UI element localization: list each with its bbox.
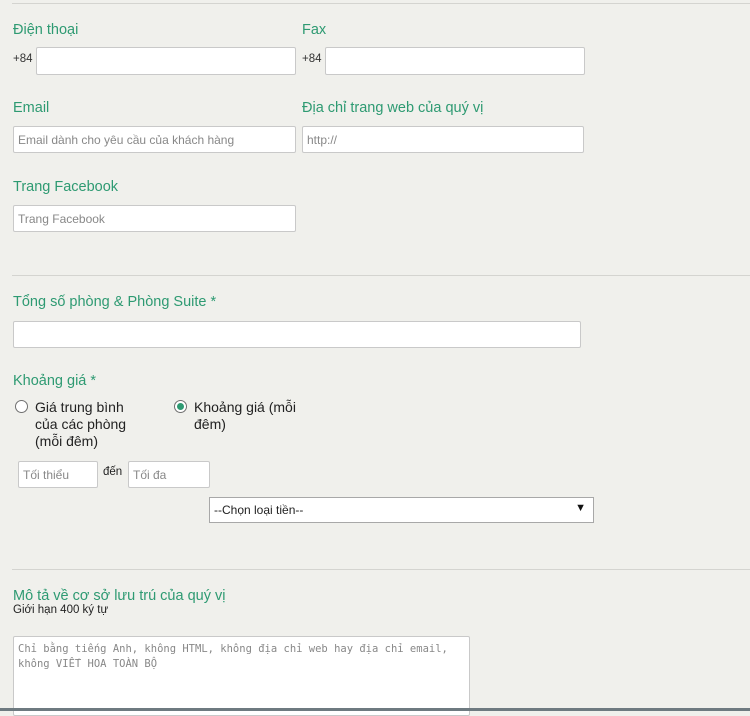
average-price-option-label[interactable]: Giá trung bình của các phòng (mỗi đêm) — [35, 399, 126, 450]
fax-input[interactable] — [325, 47, 585, 75]
email-input[interactable] — [13, 126, 296, 153]
phone-input[interactable] — [36, 47, 296, 75]
rooms-label: Tổng số phòng & Phòng Suite * — [13, 294, 217, 310]
dropdown-arrow-icon: ▼ — [575, 502, 586, 514]
facebook-label: Trang Facebook — [13, 179, 119, 195]
fax-prefix: +84 — [302, 53, 322, 65]
average-price-line-2: của các phòng — [35, 416, 127, 432]
average-price-radio[interactable] — [15, 400, 28, 413]
price-range-line-2: đêm) — [194, 416, 226, 432]
description-limit: Giới hạn 400 ký tự — [13, 604, 109, 616]
price-range-option-label[interactable]: Khoảng giá (mỗi đêm) — [194, 399, 296, 433]
facebook-input[interactable] — [13, 205, 296, 232]
average-price-line-3: (mỗi đêm) — [35, 433, 99, 449]
currency-selected-value: --Chọn loại tiền-- — [214, 503, 304, 517]
website-input[interactable] — [302, 126, 584, 153]
price-range-label: Khoảng giá * — [13, 373, 97, 389]
section-divider — [12, 275, 750, 276]
email-label: Email — [13, 100, 50, 116]
website-label: Địa chỉ trang web của quý vị — [302, 100, 484, 116]
currency-select[interactable]: --Chọn loại tiền-- ▼ — [209, 497, 594, 523]
fax-label: Fax — [302, 22, 327, 38]
description-label: Mô tả về cơ sở lưu trú của quý vị — [13, 588, 226, 604]
price-range-radio[interactable] — [174, 400, 187, 413]
average-price-line-1: Giá trung bình — [35, 399, 124, 415]
max-price-input[interactable] — [128, 461, 210, 488]
rooms-input[interactable] — [13, 321, 581, 348]
price-range-line-1: Khoảng giá (mỗi — [194, 399, 296, 415]
phone-prefix: +84 — [13, 53, 33, 65]
min-price-input[interactable] — [18, 461, 98, 488]
phone-label: Điện thoại — [13, 22, 79, 38]
top-divider — [12, 3, 750, 4]
section-divider-2 — [12, 569, 750, 570]
description-textarea[interactable] — [13, 636, 470, 716]
to-label: đến — [103, 466, 123, 478]
